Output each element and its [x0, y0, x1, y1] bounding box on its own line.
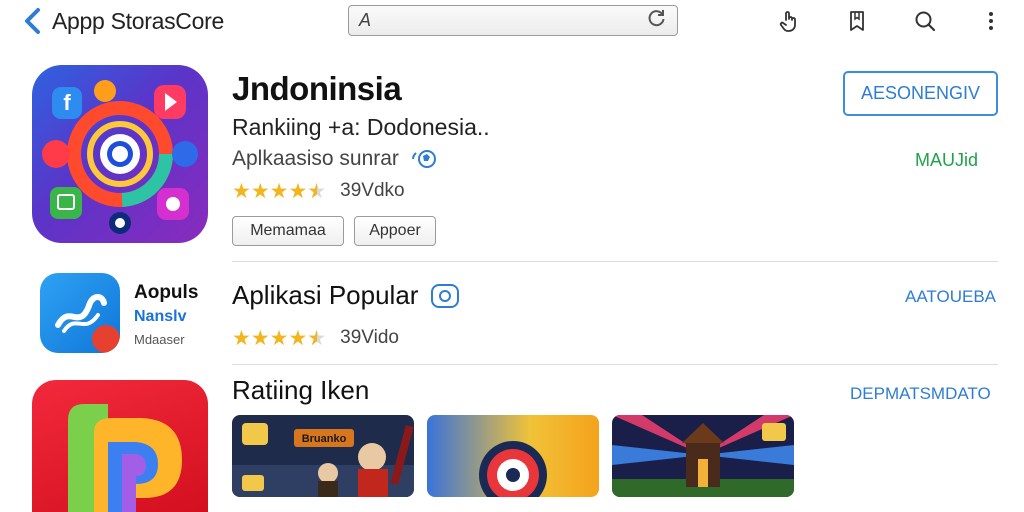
divider: [232, 364, 998, 365]
search-bar[interactable]: A: [348, 5, 678, 36]
popular-title-label: Aplikasi Popular: [232, 280, 419, 310]
more-vertical-icon[interactable]: [976, 6, 1006, 36]
game-thumb-2[interactable]: [427, 415, 599, 497]
star-icon: ★: [250, 326, 270, 350]
popular-app-developer: Nanslv: [134, 308, 187, 325]
star-icon: ★: [288, 326, 308, 350]
star-icon: ★: [232, 179, 251, 203]
featured-rating: ★ ★ ★ ★ ★ 39Vdko: [232, 180, 405, 202]
rating-see-all-link[interactable]: DEPMATSMDATO: [850, 384, 991, 404]
featured-app-title[interactable]: Jndoninsia: [232, 70, 402, 108]
star-half-icon: ★: [307, 181, 326, 202]
search-input[interactable]: [379, 6, 647, 35]
hand-pointer-icon[interactable]: [774, 6, 804, 36]
app-store-title: Appp StorasCore: [52, 7, 224, 34]
popular-app-name[interactable]: Aopuls: [134, 282, 198, 304]
search-glyph: A: [359, 10, 372, 30]
star-half-icon: ★: [307, 328, 326, 349]
game-thumb-1[interactable]: Bruanko: [232, 415, 414, 497]
popular-app-caption: Mdaaser: [134, 332, 185, 347]
divider: [232, 261, 998, 262]
bookmark-icon[interactable]: [842, 6, 872, 36]
featured-app-icon[interactable]: f: [32, 65, 208, 243]
featured-app-category: Aplkaasiso sunrar: [232, 147, 439, 171]
featured-category-label: Aplkaasiso sunrar: [232, 147, 399, 170]
featured-button-1[interactable]: Memamaa: [232, 216, 344, 246]
star-icon: ★: [250, 179, 270, 203]
search-icon[interactable]: [910, 6, 940, 36]
back-button[interactable]: Appp StorasCore: [22, 6, 242, 36]
star-icon: ★: [288, 179, 308, 203]
popular-section-title: Aplikasi Popular: [232, 280, 460, 311]
svg-text:f: f: [63, 90, 71, 115]
featured-app-subtitle: Rankiing +a: Dodonesia..: [232, 114, 490, 140]
popular-see-all-link[interactable]: AATOUEBA: [905, 287, 996, 307]
top-bar: Appp StorasCore A: [0, 0, 1024, 44]
rating-section-title: Ratiing Iken: [232, 375, 370, 405]
star-icon: ★: [269, 326, 289, 350]
popular-app-icon[interactable]: [40, 273, 120, 353]
star-icon: ★: [232, 326, 251, 350]
rating-app-icon[interactable]: [32, 380, 208, 512]
reload-icon[interactable]: [647, 8, 667, 33]
featured-rating-count: 39Vdko: [340, 180, 405, 201]
chevron-left-icon: [25, 8, 40, 34]
globe-icon: [411, 150, 436, 168]
popular-rating: ★ ★ ★ ★ ★ 39Vido: [232, 327, 399, 349]
star-icon: ★: [269, 179, 289, 203]
get-app-button[interactable]: AESONENGIV: [843, 71, 998, 116]
badge-icon: [431, 283, 460, 308]
thumb-1-label: Bruanko: [302, 433, 347, 445]
featured-status-label: MAUJid: [915, 150, 979, 170]
featured-button-2[interactable]: Appoer: [354, 216, 436, 246]
popular-rating-count: 39Vido: [340, 327, 399, 348]
game-thumb-3[interactable]: [612, 415, 794, 497]
